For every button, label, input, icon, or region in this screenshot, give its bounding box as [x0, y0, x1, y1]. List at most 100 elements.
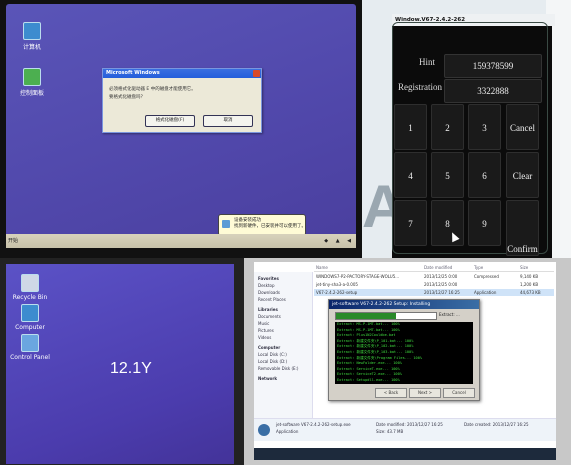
- nav-item[interactable]: Documents: [254, 313, 312, 320]
- install-log: Extract: MS-P-1MT.bat... 100% Extract: M…: [335, 322, 473, 384]
- confirm-button[interactable]: Confirm: [506, 200, 539, 256]
- file-list-header: Name Date modified Type Size: [314, 264, 554, 272]
- desktop-icon-control-panel[interactable]: 控制面板: [12, 68, 52, 97]
- desktop-icon-computer[interactable]: 计算机: [12, 22, 52, 51]
- balloon-text: 找到新硬件，已安装并可以使用了。: [234, 224, 306, 229]
- nav-item[interactable]: Music: [254, 320, 312, 327]
- format-disk-dialog: Microsoft Windows 必须格式化驱动器 E 中的磁盘才能使用它。 …: [102, 68, 262, 133]
- computer-icon: [21, 304, 39, 322]
- nav-item[interactable]: Computer: [254, 344, 312, 351]
- nav-item[interactable]: Recent Places: [254, 296, 312, 303]
- nav-item[interactable]: Removable Disk (E:): [254, 365, 312, 372]
- registration-label: Registration: [398, 82, 442, 92]
- details-pane: jet-software V67-2.4.2-262-setup.exe Dat…: [254, 418, 556, 441]
- column-header-size[interactable]: Size: [520, 264, 528, 271]
- computer-icon: [23, 22, 41, 40]
- dialog-message: 必须格式化驱动器 E 中的磁盘才能使用它。: [109, 87, 196, 92]
- file-date: 2013/12/25 0:00: [424, 274, 458, 279]
- table-row[interactable]: WINDOWS7-P2-PACTORY-STAGE-WOLU5... 2013/…: [314, 273, 554, 280]
- taskbar: [254, 448, 556, 460]
- key-9[interactable]: 9: [468, 200, 501, 246]
- column-header-date[interactable]: Date modified: [424, 264, 452, 271]
- desktop-icon-computer[interactable]: Computer: [10, 304, 50, 331]
- notification-balloon[interactable]: 设备安装成功 找到新硬件，已安装并可以使用了。: [218, 214, 306, 236]
- desktop-icon-label: Computer: [15, 324, 45, 331]
- setup-dialog: jet-software V67-2.4.2-262 Setup: Instal…: [328, 299, 480, 401]
- file-name: V67-2.4.2-262-setup: [316, 290, 358, 295]
- start-button[interactable]: 开始: [8, 236, 30, 246]
- control-panel-icon: [23, 68, 41, 86]
- nav-item[interactable]: Downloads: [254, 289, 312, 296]
- taskbar: 开始 ◆ ▲ ◀: [6, 234, 356, 248]
- dialog-titlebar: Microsoft Windows: [103, 69, 261, 78]
- desktop-icon-label: 控制面板: [19, 90, 44, 97]
- cancel-button[interactable]: Cancel: [443, 388, 475, 398]
- win7-desktop: Recycle Bin Computer Control Panel 12.1Y: [6, 264, 234, 464]
- cancel-button[interactable]: 取消: [203, 115, 253, 127]
- cancel-button[interactable]: Cancel: [506, 104, 539, 150]
- progress-fill: [336, 313, 396, 319]
- nav-item[interactable]: Desktop: [254, 282, 312, 289]
- setup-title: jet-software V67-2.4.2-262 Setup: Instal…: [329, 300, 479, 309]
- table-row[interactable]: V67-2.4.2-262-setup 2013/12/27 16:25 App…: [314, 289, 554, 296]
- key-7[interactable]: 7: [394, 200, 427, 246]
- nav-item[interactable]: Pictures: [254, 327, 312, 334]
- hint-value: 159378599: [444, 54, 542, 78]
- key-1[interactable]: 1: [394, 104, 427, 150]
- hardware-icon: [222, 220, 230, 228]
- installer-icon: [258, 424, 270, 436]
- desktop-icon-label: 计算机: [22, 44, 41, 51]
- installer-panel: Favorites Desktop Downloads Recent Place…: [244, 258, 571, 465]
- detail-modified: Date modified: 2013/12/27 16:25: [376, 422, 443, 427]
- progress-label: Extract: ...: [439, 312, 460, 317]
- format-disk-button[interactable]: 格式化磁盘(F): [145, 115, 195, 127]
- next-button[interactable]: Next >: [409, 388, 441, 398]
- close-icon[interactable]: [253, 70, 260, 77]
- nav-item[interactable]: Favorites: [254, 275, 312, 282]
- system-tray[interactable]: ◆ ▲ ◀: [264, 236, 354, 246]
- file-type: Compressed: [474, 274, 499, 279]
- recycle-bin-icon: [21, 274, 39, 292]
- xp-desktop-panel: 计算机 控制面板 Microsoft Windows 必须格式化驱动器 E 中的…: [0, 0, 362, 258]
- key-5[interactable]: 5: [431, 152, 464, 198]
- file-size: 9,140 KB: [520, 274, 539, 279]
- nav-item[interactable]: Videos: [254, 334, 312, 341]
- key-2[interactable]: 2: [431, 104, 464, 150]
- nav-item[interactable]: Local Disk (D:): [254, 358, 312, 365]
- key-4[interactable]: 4: [394, 152, 427, 198]
- file-date: 2013/12/27 16:25: [424, 290, 460, 295]
- clear-button[interactable]: Clear: [506, 152, 539, 198]
- file-size: 44,673 KB: [520, 290, 541, 295]
- xp-desktop: 计算机 控制面板 Microsoft Windows 必须格式化驱动器 E 中的…: [6, 4, 356, 248]
- explorer-window: Favorites Desktop Downloads Recent Place…: [254, 262, 556, 460]
- desktop-icon-control-panel[interactable]: Control Panel: [10, 334, 50, 361]
- log-line: Extract: Setupdll.exe... 100%: [337, 377, 400, 382]
- file-type: Application: [474, 290, 497, 295]
- file-name: WINDOWS7-P2-PACTORY-STAGE-WOLU5...: [316, 274, 400, 279]
- key-3[interactable]: 3: [468, 104, 501, 150]
- nav-item[interactable]: Local Disk (C:): [254, 351, 312, 358]
- file-name: jet-tiny-sha3-a-0.005: [316, 282, 358, 287]
- table-row[interactable]: jet-tiny-sha3-a-0.005 2013/12/25 0:00 1,…: [314, 281, 554, 288]
- desktop-icon-label: Control Panel: [10, 354, 50, 361]
- column-header-name[interactable]: Name: [316, 264, 328, 271]
- nav-item[interactable]: Libraries: [254, 306, 312, 313]
- back-button[interactable]: < Back: [375, 388, 407, 398]
- file-size: 1,200 KB: [520, 282, 539, 287]
- key-6[interactable]: 6: [468, 152, 501, 198]
- center-text: 12.1Y: [110, 360, 152, 377]
- dialog-message: 要格式化磁盘吗？: [109, 95, 145, 100]
- nav-item[interactable]: Network: [254, 375, 312, 382]
- hint-label: Hint: [419, 57, 436, 67]
- desktop-icon-recycle-bin[interactable]: Recycle Bin: [10, 274, 50, 301]
- detail-size: Size: 43.7 MB: [376, 429, 404, 434]
- desktop-12-1y-panel: Recycle Bin Computer Control Panel 12.1Y: [0, 258, 244, 465]
- navigation-pane: Favorites Desktop Downloads Recent Place…: [254, 272, 313, 422]
- detail-type: Application: [276, 429, 299, 434]
- dialog-title: Microsoft Windows: [106, 70, 160, 76]
- desktop-icon-label: Recycle Bin: [12, 294, 48, 301]
- control-panel-icon: [21, 334, 39, 352]
- detail-name: jet-software V67-2.4.2-262-setup.exe: [276, 422, 351, 427]
- registration-field[interactable]: 3322888: [444, 79, 542, 103]
- column-header-type[interactable]: Type: [474, 264, 483, 271]
